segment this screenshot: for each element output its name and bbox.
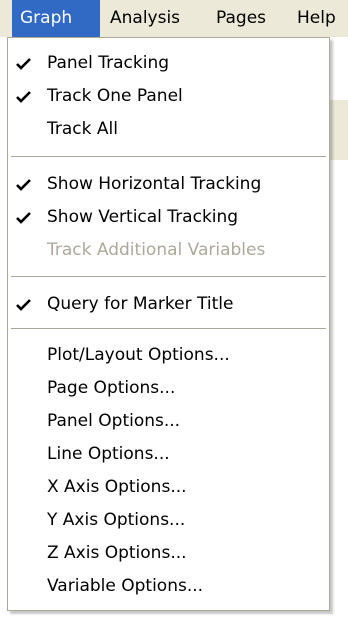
menu-item-panel-options[interactable]: Panel Options... xyxy=(8,406,329,436)
checkmark-icon xyxy=(16,202,32,232)
menu-analysis[interactable]: Analysis xyxy=(110,0,205,37)
menu-item-label: Track All xyxy=(47,119,118,139)
checkmark-icon xyxy=(16,81,32,111)
menu-pages[interactable]: Pages xyxy=(216,0,286,37)
menu-item-x-axis-options[interactable]: X Axis Options... xyxy=(8,472,329,502)
checkmark-icon xyxy=(16,169,32,199)
menu-bar: Graph Analysis Pages Help xyxy=(0,0,348,37)
menu-item-label: Track Additional Variables xyxy=(47,240,266,260)
menu-graph[interactable]: Graph xyxy=(12,0,100,37)
menu-item-show-vertical-tracking[interactable]: Show Vertical Tracking xyxy=(8,202,329,232)
menu-item-page-options[interactable]: Page Options... xyxy=(8,373,329,403)
menu-item-label: Show Vertical Tracking xyxy=(47,207,239,227)
menu-separator xyxy=(11,276,326,277)
menu-separator xyxy=(11,156,326,157)
menu-help-label: Help xyxy=(297,8,336,28)
menu-item-label: Plot/Layout Options... xyxy=(47,345,230,365)
menu-item-line-options[interactable]: Line Options... xyxy=(8,439,329,469)
menu-item-label: Panel Options... xyxy=(47,411,181,431)
menu-item-label: Z Axis Options... xyxy=(47,543,187,563)
menu-help[interactable]: Help xyxy=(297,0,348,37)
menu-item-label: Show Horizontal Tracking xyxy=(47,174,262,194)
menu-item-label: Track One Panel xyxy=(47,86,183,106)
background-window-edge xyxy=(330,100,348,160)
menu-item-label: Page Options... xyxy=(47,378,176,398)
menu-item-label: Query for Marker Title xyxy=(47,294,234,314)
checkmark-icon xyxy=(16,289,32,319)
menu-item-plot-layout-options[interactable]: Plot/Layout Options... xyxy=(8,340,329,370)
menu-separator xyxy=(11,328,326,329)
menu-item-label: X Axis Options... xyxy=(47,477,187,497)
menu-item-show-horizontal-tracking[interactable]: Show Horizontal Tracking xyxy=(8,169,329,199)
menu-item-track-all[interactable]: Track All xyxy=(8,114,329,144)
menu-pages-label: Pages xyxy=(216,8,267,28)
menu-item-label: Line Options... xyxy=(47,444,170,464)
menu-item-query-for-marker-title[interactable]: Query for Marker Title xyxy=(8,289,329,319)
checkmark-icon xyxy=(16,48,32,78)
menu-item-label: Y Axis Options... xyxy=(47,510,186,530)
menu-item-label: Panel Tracking xyxy=(47,53,170,73)
menu-item-panel-tracking[interactable]: Panel Tracking xyxy=(8,48,329,78)
menu-item-y-axis-options[interactable]: Y Axis Options... xyxy=(8,505,329,535)
menu-item-track-additional-variables: Track Additional Variables xyxy=(8,235,329,265)
menu-item-z-axis-options[interactable]: Z Axis Options... xyxy=(8,538,329,568)
menu-item-track-one-panel[interactable]: Track One Panel xyxy=(8,81,329,111)
menu-analysis-label: Analysis xyxy=(110,8,181,28)
graph-dropdown-menu: Panel Tracking Track One Panel Track All… xyxy=(7,37,330,611)
menu-graph-label: Graph xyxy=(20,8,73,28)
menu-item-variable-options[interactable]: Variable Options... xyxy=(8,571,329,601)
menu-item-label: Variable Options... xyxy=(47,576,204,596)
